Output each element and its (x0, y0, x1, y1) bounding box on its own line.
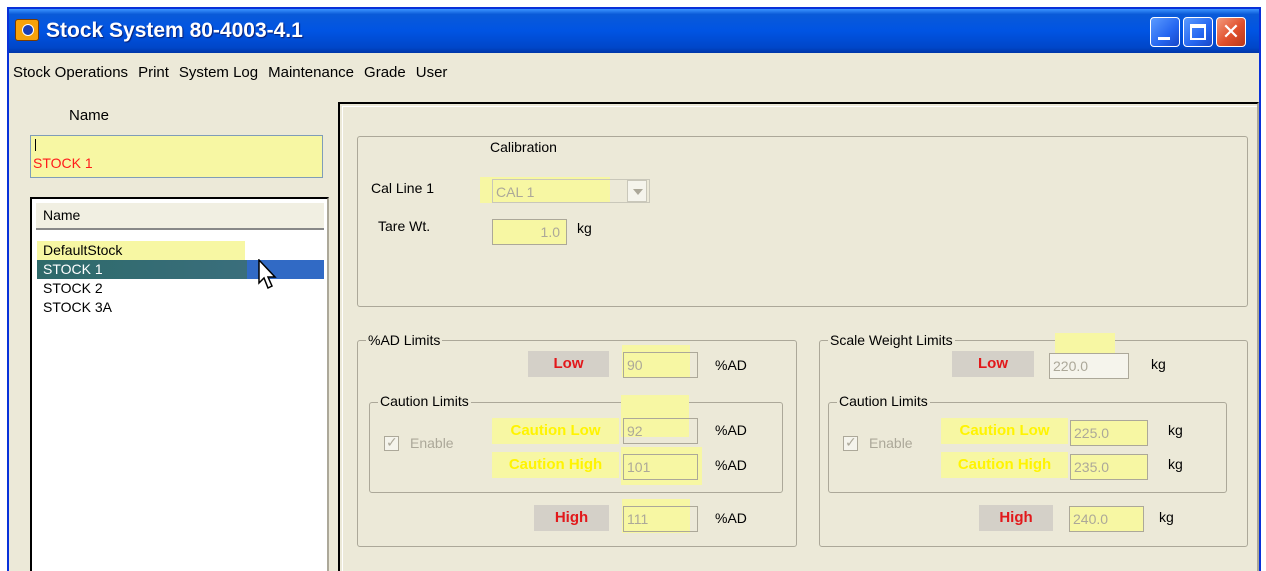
ad-caution-high-unit: %AD (715, 457, 747, 473)
stock-list[interactable]: Name DefaultStock STOCK 1 STOCK 2 STOCK … (30, 197, 329, 571)
tare-unit: kg (577, 220, 592, 236)
scale-enable-label: Enable (869, 435, 913, 451)
menu-maintenance[interactable]: Maintenance (268, 64, 354, 81)
ad-caution-low-badge: Caution Low (492, 418, 619, 444)
window-title: Stock System 80-4003-4.1 (46, 19, 303, 42)
tare-label: Tare Wt. (378, 218, 431, 234)
scale-caution-high-badge: Caution High (941, 452, 1068, 478)
ad-high-value: 111 (627, 511, 649, 527)
ad-caution-low-field[interactable]: 92 (623, 418, 698, 444)
scale-caution-high-value: 235.0 (1074, 459, 1110, 475)
maximize-icon (1190, 24, 1206, 40)
ad-enable-label: Enable (410, 435, 454, 451)
minimize-icon (1158, 37, 1170, 40)
list-item-label: STOCK 2 (43, 280, 103, 296)
scale-high-badge: High (979, 505, 1053, 531)
cal-line-label: Cal Line 1 (371, 180, 435, 196)
chevron-down-icon[interactable] (627, 180, 647, 202)
menu-print[interactable]: Print (138, 64, 169, 81)
ad-caution-low-value: 92 (627, 423, 643, 439)
scale-low-badge: Low (952, 351, 1034, 377)
list-item-label: STOCK 3A (43, 299, 112, 315)
scale-caution-high-unit: kg (1168, 456, 1183, 472)
details-panel: Calibration Cal Line 1 CAL 1 Tare Wt. 1.… (338, 102, 1259, 571)
scale-caution-group: Caution Limits Enable Caution Low 225.0 … (828, 393, 1227, 493)
cal-line-value: CAL 1 (496, 184, 535, 200)
close-icon: ✕ (1221, 19, 1241, 44)
ad-limits-title: %AD Limits (366, 332, 443, 348)
list-item-label: STOCK 1 (43, 261, 103, 277)
scale-caution-title: Caution Limits (837, 393, 930, 409)
maximize-button[interactable] (1183, 17, 1213, 47)
stock-name-value: STOCK 1 (33, 155, 93, 171)
ad-caution-high-value: 101 (627, 459, 651, 475)
ad-enable-checkbox[interactable] (384, 434, 399, 451)
menu-bar: Stock Operations Print System Log Mainte… (9, 57, 1259, 87)
tare-weight-field[interactable]: 1.0 (492, 219, 567, 245)
scale-caution-low-field[interactable]: 225.0 (1070, 420, 1148, 446)
calibration-group: Calibration Cal Line 1 CAL 1 Tare Wt. 1.… (357, 136, 1248, 307)
app-icon (15, 19, 39, 41)
scale-limits-group: Scale Weight Limits Low 220.0 kg Caution… (819, 332, 1248, 547)
text-cursor (35, 139, 36, 151)
menu-grade[interactable]: Grade (364, 64, 406, 81)
name-caption: Name (69, 107, 110, 124)
tare-value: 1.0 (540, 224, 560, 240)
scale-limits-title: Scale Weight Limits (828, 332, 955, 348)
scale-caution-low-badge: Caution Low (941, 418, 1068, 444)
ad-caution-high-badge: Caution High (492, 452, 619, 478)
scale-enable-checkbox[interactable] (843, 434, 858, 451)
ad-low-unit: %AD (715, 357, 747, 373)
ad-caution-group: Caution Limits Enable Caution Low 92 %AD… (369, 393, 783, 493)
ad-low-field[interactable]: 90 (623, 352, 698, 378)
list-item-selected[interactable]: STOCK 1 (37, 260, 324, 279)
ad-low-badge: Low (528, 351, 609, 377)
ad-high-unit: %AD (715, 510, 747, 526)
stock-list-header[interactable]: Name (36, 203, 324, 230)
list-item-label: DefaultStock (43, 242, 123, 258)
close-button[interactable]: ✕ (1216, 17, 1246, 47)
ad-high-field[interactable]: 111 (623, 506, 698, 532)
scale-caution-low-value: 225.0 (1074, 425, 1110, 441)
stock-name-input[interactable]: STOCK 1 (30, 135, 323, 178)
scale-low-field[interactable]: 220.0 (1049, 353, 1129, 379)
ad-limits-group: %AD Limits Low 90 %AD Caution Limits Ena… (357, 332, 797, 547)
list-item[interactable]: STOCK 2 (37, 279, 324, 298)
scale-low-unit: kg (1151, 356, 1166, 372)
scale-high-value: 240.0 (1073, 511, 1109, 527)
scale-caution-low-unit: kg (1168, 422, 1183, 438)
menu-stock-operations[interactable]: Stock Operations (13, 64, 128, 81)
scale-low-value: 220.0 (1053, 358, 1089, 374)
list-item[interactable]: STOCK 3A (37, 298, 324, 317)
ad-caution-title: Caution Limits (378, 393, 471, 409)
menu-system-log[interactable]: System Log (179, 64, 258, 81)
menu-user[interactable]: User (416, 64, 448, 81)
mouse-pointer-icon (257, 258, 279, 295)
list-item[interactable]: DefaultStock (37, 241, 324, 260)
ad-high-badge: High (534, 505, 609, 531)
scale-high-unit: kg (1159, 509, 1174, 525)
ad-caution-high-field[interactable]: 101 (623, 454, 698, 480)
title-bar[interactable]: Stock System 80-4003-4.1 ✕ (9, 9, 1259, 53)
minimize-button[interactable] (1150, 17, 1180, 47)
ad-caution-low-unit: %AD (715, 422, 747, 438)
scale-high-field[interactable]: 240.0 (1069, 506, 1144, 532)
ad-low-value: 90 (627, 357, 643, 373)
calibration-title: Calibration (490, 139, 557, 155)
app-window: Stock System 80-4003-4.1 ✕ Stock Operati… (7, 7, 1261, 571)
scale-caution-high-field[interactable]: 235.0 (1070, 454, 1148, 480)
